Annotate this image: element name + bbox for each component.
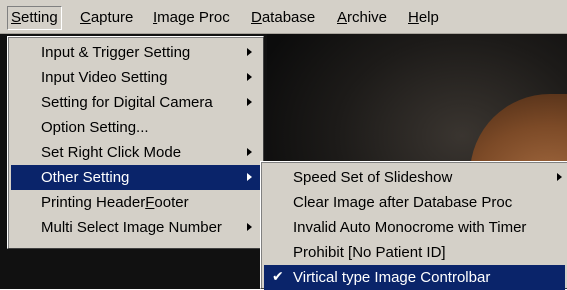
menu-item-label: Input Video Setting [41,69,168,86]
menu-database-access-key: D [251,9,262,26]
menu-setting-access-key: S [11,9,22,26]
menu-item-label: Speed Set of Slideshow [293,169,453,186]
menu-archive-label: rchive [347,9,388,26]
menu-setting[interactable]: Setting [7,6,62,30]
submenu-arrow-icon [247,173,252,181]
menu-item-label: Set Right Click Mode [41,144,182,161]
menu-setting-label: etting [21,9,58,26]
menu-image-proc[interactable]: Image Proc [149,6,234,30]
menu-item-label: Other Setting [41,169,130,186]
menu-item-set-right-click-mode[interactable]: Set Right Click Mode [11,140,260,165]
menu-help-access-key: H [408,9,419,26]
submenu-arrow-icon [247,48,252,56]
menu-help-label: elp [418,9,439,26]
menu-help[interactable]: Help [404,6,443,30]
menu-item-input-trigger-setting[interactable]: Input & Trigger Setting [11,40,260,65]
menu-image-proc-label: mage Proc [157,9,230,26]
menu-database[interactable]: Database [247,6,319,30]
menu-item-label: Setting for Digital Camera [41,94,213,111]
menu-item-label-post: ooter [154,194,189,211]
menu-item-setting-digital-camera[interactable]: Setting for Digital Camera [11,90,260,115]
menu-database-label: atabase [261,9,316,26]
menu-item-label-pre: Printing Header [41,194,146,211]
menu-item-option-setting[interactable]: Option Setting... [11,115,260,140]
menu-capture-access-key: C [80,9,91,26]
menu-item-label: Invalid Auto Monocrome with Timer [293,219,527,236]
menu-item-invalid-auto-monocrome[interactable]: Invalid Auto Monocrome with Timer [264,215,565,240]
menu-capture[interactable]: Capture [76,6,137,30]
menu-item-multi-select-image-number[interactable]: Multi Select Image Number [11,215,260,240]
menu-item-label: Input & Trigger Setting [41,44,191,61]
submenu-arrow-icon [247,148,252,156]
menu-archive-access-key: A [337,9,348,26]
menu-item-input-video-setting[interactable]: Input Video Setting [11,65,260,90]
menu-item-clear-image-after-db-proc[interactable]: Clear Image after Database Proc [264,190,565,215]
menu-item-label: Option Setting... [41,119,149,136]
check-mark-icon: ✔ [272,269,284,285]
menu-item-prohibit-no-patient-id[interactable]: Prohibit [No Patient ID] [264,240,565,265]
submenu-arrow-icon [557,173,562,181]
menu-item-virtical-image-controlbar[interactable]: ✔ Virtical type Image Controlbar [264,265,565,290]
menu-item-label: Prohibit [No Patient ID] [293,244,446,261]
setting-dropdown-menu: Input & Trigger Setting Input Video Sett… [7,36,264,249]
menu-item-label: Printing HeaderFooter [41,190,189,215]
menu-capture-label: apture [90,9,134,26]
submenu-arrow-icon [247,73,252,81]
menu-item-label: Multi Select Image Number [41,219,222,236]
other-setting-submenu: Speed Set of Slideshow Clear Image after… [260,161,567,290]
menu-archive[interactable]: Archive [333,6,391,30]
menu-item-label: Clear Image after Database Proc [293,194,513,211]
menu-item-other-setting[interactable]: Other Setting [11,165,260,190]
menu-bar: Setting Capture Image Proc Database Arch… [0,0,567,34]
menu-item-label: Virtical type Image Controlbar [293,269,491,286]
submenu-arrow-icon [247,98,252,106]
submenu-arrow-icon [247,223,252,231]
menu-item-printing-header-footer[interactable]: Printing HeaderFooter [11,190,260,215]
menu-item-speed-set-slideshow[interactable]: Speed Set of Slideshow [264,165,565,190]
